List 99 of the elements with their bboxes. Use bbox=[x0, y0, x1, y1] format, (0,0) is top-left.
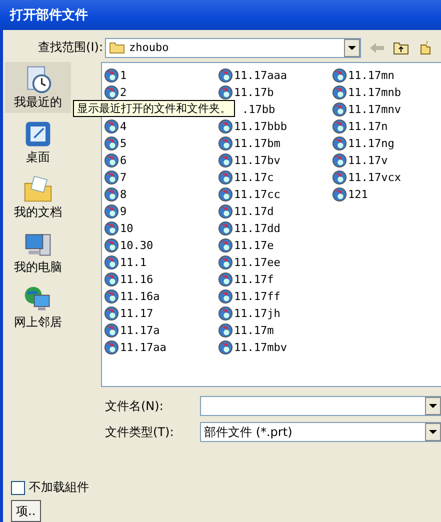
file-item[interactable]: 11.17mnv bbox=[332, 100, 401, 118]
file-item[interactable]: 11.17dd bbox=[218, 220, 280, 237]
file-item[interactable]: 121 bbox=[332, 186, 368, 203]
file-item[interactable]: 11.17mn bbox=[332, 66, 394, 84]
part-file-icon bbox=[104, 170, 119, 185]
part-file-icon bbox=[218, 220, 233, 236]
places-item[interactable]: 我的电脑 bbox=[5, 226, 71, 278]
part-file-icon bbox=[218, 288, 233, 304]
part-file-icon bbox=[104, 306, 119, 321]
file-item[interactable]: 11.17c bbox=[218, 168, 274, 186]
file-item[interactable]: 11.17b bbox=[218, 84, 274, 101]
part-file-icon bbox=[218, 152, 233, 168]
part-file-icon bbox=[218, 340, 233, 355]
places-item[interactable]: 我的文档 bbox=[5, 172, 71, 223]
file-item[interactable]: 10.30 bbox=[104, 236, 154, 254]
part-file-icon bbox=[218, 306, 233, 321]
options-button[interactable]: 项.. bbox=[11, 500, 41, 522]
file-type-dropdown[interactable]: 部件文件 (*.prt) bbox=[200, 422, 441, 442]
part-file-icon bbox=[218, 170, 233, 185]
file-item[interactable]: 11.17 bbox=[104, 304, 154, 322]
part-file-icon bbox=[332, 152, 347, 168]
part-file-icon bbox=[104, 204, 119, 219]
part-file-icon bbox=[218, 68, 233, 83]
places-item[interactable]: 网上邻居 bbox=[5, 282, 71, 333]
file-item[interactable]: 11.17mbv bbox=[218, 338, 287, 356]
file-name-field[interactable] bbox=[200, 396, 441, 416]
places-item[interactable]: 我最近的 bbox=[5, 62, 71, 113]
file-item[interactable]: 9 bbox=[104, 202, 127, 220]
file-item[interactable]: 10 bbox=[104, 220, 134, 237]
part-file-icon bbox=[218, 254, 233, 270]
folder-icon bbox=[23, 174, 53, 204]
part-file-icon bbox=[104, 84, 119, 100]
tooltip: 显示最近打开的文件和文件夹。 bbox=[73, 100, 235, 117]
file-item[interactable]: 11.17bbb bbox=[218, 118, 287, 135]
part-file-icon bbox=[104, 68, 119, 83]
part-file-icon bbox=[104, 254, 119, 270]
file-item[interactable]: 6 bbox=[104, 152, 127, 169]
part-file-icon bbox=[218, 118, 233, 134]
file-item[interactable]: 11.17e bbox=[218, 236, 274, 254]
part-file-icon bbox=[104, 186, 119, 202]
file-item[interactable]: 11.16 bbox=[104, 270, 154, 288]
part-file-icon bbox=[332, 186, 347, 202]
part-file-icon bbox=[332, 118, 347, 134]
part-file-icon bbox=[332, 84, 347, 100]
file-type-label: 文件类型(T): bbox=[105, 424, 175, 441]
file-item[interactable]: 11.17bv bbox=[218, 152, 280, 169]
file-item[interactable]: 2 bbox=[104, 84, 127, 101]
part-file-icon bbox=[218, 136, 233, 151]
file-item[interactable]: 11.17bm bbox=[218, 134, 280, 152]
file-name-label: 文件名(N): bbox=[105, 398, 164, 415]
places-item[interactable]: 桌面 bbox=[5, 116, 71, 168]
file-item[interactable]: 8 bbox=[104, 186, 127, 203]
part-file-icon bbox=[104, 136, 119, 151]
file-item[interactable]: 11.17vcx bbox=[332, 168, 401, 186]
part-file-icon bbox=[332, 68, 347, 83]
part-file-icon bbox=[104, 272, 119, 287]
file-item[interactable]: 11.17v bbox=[332, 152, 388, 169]
file-item[interactable]: 11.17n bbox=[332, 118, 388, 135]
file-item[interactable]: 11.17cc bbox=[218, 186, 280, 203]
part-file-icon bbox=[218, 186, 233, 202]
look-in-dropdown[interactable]: zhoubo bbox=[105, 38, 361, 58]
part-file-icon bbox=[218, 238, 233, 253]
file-item[interactable]: 11.17aa bbox=[104, 338, 166, 356]
part-file-icon bbox=[218, 322, 233, 338]
file-item[interactable]: 11.17d bbox=[218, 202, 274, 220]
file-item[interactable]: 5 bbox=[104, 134, 127, 152]
part-file-icon bbox=[104, 288, 119, 304]
file-item[interactable]: 11.17ee bbox=[218, 254, 280, 271]
file-item[interactable]: 11.17ng bbox=[332, 134, 394, 152]
folder-icon bbox=[109, 41, 125, 54]
part-file-icon bbox=[104, 118, 119, 134]
window-title: 打开部件文件 bbox=[10, 6, 88, 24]
file-item[interactable]: 11.1 bbox=[104, 254, 146, 271]
up-folder-icon[interactable] bbox=[393, 40, 409, 55]
file-item[interactable]: 1 bbox=[104, 66, 127, 84]
part-file-icon bbox=[104, 340, 119, 355]
file-item[interactable]: 11.17a bbox=[104, 322, 160, 339]
part-file-icon bbox=[104, 220, 119, 236]
part-file-icon bbox=[218, 204, 233, 219]
part-file-icon bbox=[104, 322, 119, 338]
file-item[interactable]: 11.16a bbox=[104, 288, 160, 305]
part-file-icon bbox=[218, 84, 233, 100]
file-item[interactable]: 11.17m bbox=[218, 322, 274, 339]
look-in-label: 查找范围(I): bbox=[37, 39, 104, 56]
part-file-icon bbox=[218, 272, 233, 287]
part-file-icon bbox=[332, 170, 347, 185]
file-item[interactable]: 11.17jh bbox=[218, 304, 280, 322]
file-item[interactable]: 11.17ff bbox=[218, 288, 280, 305]
checkbox[interactable] bbox=[11, 480, 25, 495]
file-item[interactable]: 4 bbox=[104, 118, 127, 135]
checkbox-label: 不加载組件 bbox=[29, 479, 89, 496]
part-file-icon bbox=[332, 102, 347, 117]
file-item[interactable]: 7 bbox=[104, 168, 127, 186]
file-item[interactable]: 11.17mnb bbox=[332, 84, 401, 101]
file-item[interactable]: 11.17f bbox=[218, 270, 274, 288]
part-file-icon bbox=[104, 152, 119, 168]
part-file-icon bbox=[104, 238, 119, 253]
file-item[interactable]: 11.17aaa bbox=[218, 66, 287, 84]
part-file-icon bbox=[332, 136, 347, 151]
